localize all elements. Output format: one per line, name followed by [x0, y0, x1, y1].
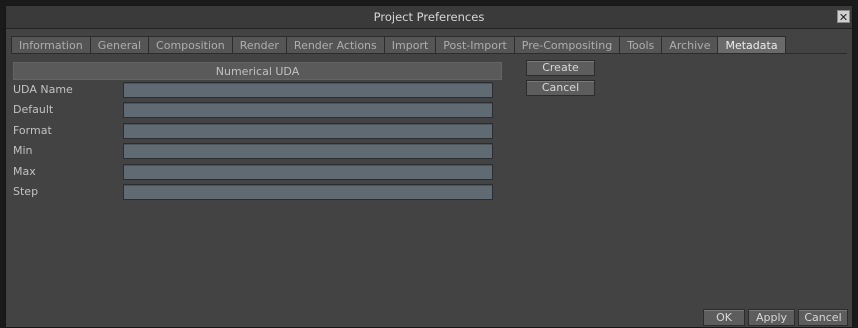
- field-row-min: Min: [13, 143, 502, 160]
- default-label: Default: [13, 103, 54, 116]
- step-input[interactable]: [123, 184, 493, 200]
- tab-pre-compositing[interactable]: Pre-Compositing: [513, 36, 621, 54]
- ok-button[interactable]: OK: [703, 309, 745, 326]
- cancel-uda-button[interactable]: Cancel: [526, 80, 595, 96]
- tab-composition[interactable]: Composition: [148, 36, 233, 54]
- tab-render[interactable]: Render: [231, 36, 287, 54]
- tab-import[interactable]: Import: [383, 36, 437, 54]
- field-row-step: Step: [13, 184, 502, 201]
- format-input[interactable]: [123, 123, 493, 139]
- tab-information[interactable]: Information: [11, 36, 91, 54]
- tab-bar: Information General Composition Render R…: [11, 36, 786, 54]
- section-header-numerical-uda: Numerical UDA: [13, 62, 502, 80]
- tab-post-import[interactable]: Post-Import: [435, 36, 515, 54]
- field-row-default: Default: [13, 102, 502, 119]
- uda-name-label: UDA Name: [13, 83, 73, 96]
- max-label: Max: [13, 165, 36, 178]
- tab-render-actions[interactable]: Render Actions: [285, 36, 385, 54]
- field-row-max: Max: [13, 164, 502, 181]
- tab-general[interactable]: General: [89, 36, 150, 54]
- field-row-format: Format: [13, 123, 502, 140]
- close-icon[interactable]: ✕: [837, 10, 850, 24]
- tab-metadata[interactable]: Metadata: [717, 36, 786, 54]
- tab-divider: [11, 53, 847, 54]
- preferences-window: Project Preferences ✕ Information Genera…: [5, 5, 853, 328]
- cancel-button[interactable]: Cancel: [798, 309, 848, 326]
- min-label: Min: [13, 144, 33, 157]
- format-label: Format: [13, 124, 52, 137]
- tab-archive[interactable]: Archive: [661, 36, 719, 54]
- tab-tools[interactable]: Tools: [619, 36, 663, 54]
- apply-button[interactable]: Apply: [748, 309, 795, 326]
- uda-name-input[interactable]: [123, 82, 493, 98]
- title-bar[interactable]: Project Preferences ✕: [6, 6, 852, 29]
- field-row-uda-name: UDA Name: [13, 82, 502, 99]
- min-input[interactable]: [123, 143, 493, 159]
- step-label: Step: [13, 185, 39, 198]
- max-input[interactable]: [123, 164, 493, 180]
- default-input[interactable]: [123, 102, 493, 118]
- create-button[interactable]: Create: [526, 60, 595, 76]
- window-title: Project Preferences: [373, 10, 485, 24]
